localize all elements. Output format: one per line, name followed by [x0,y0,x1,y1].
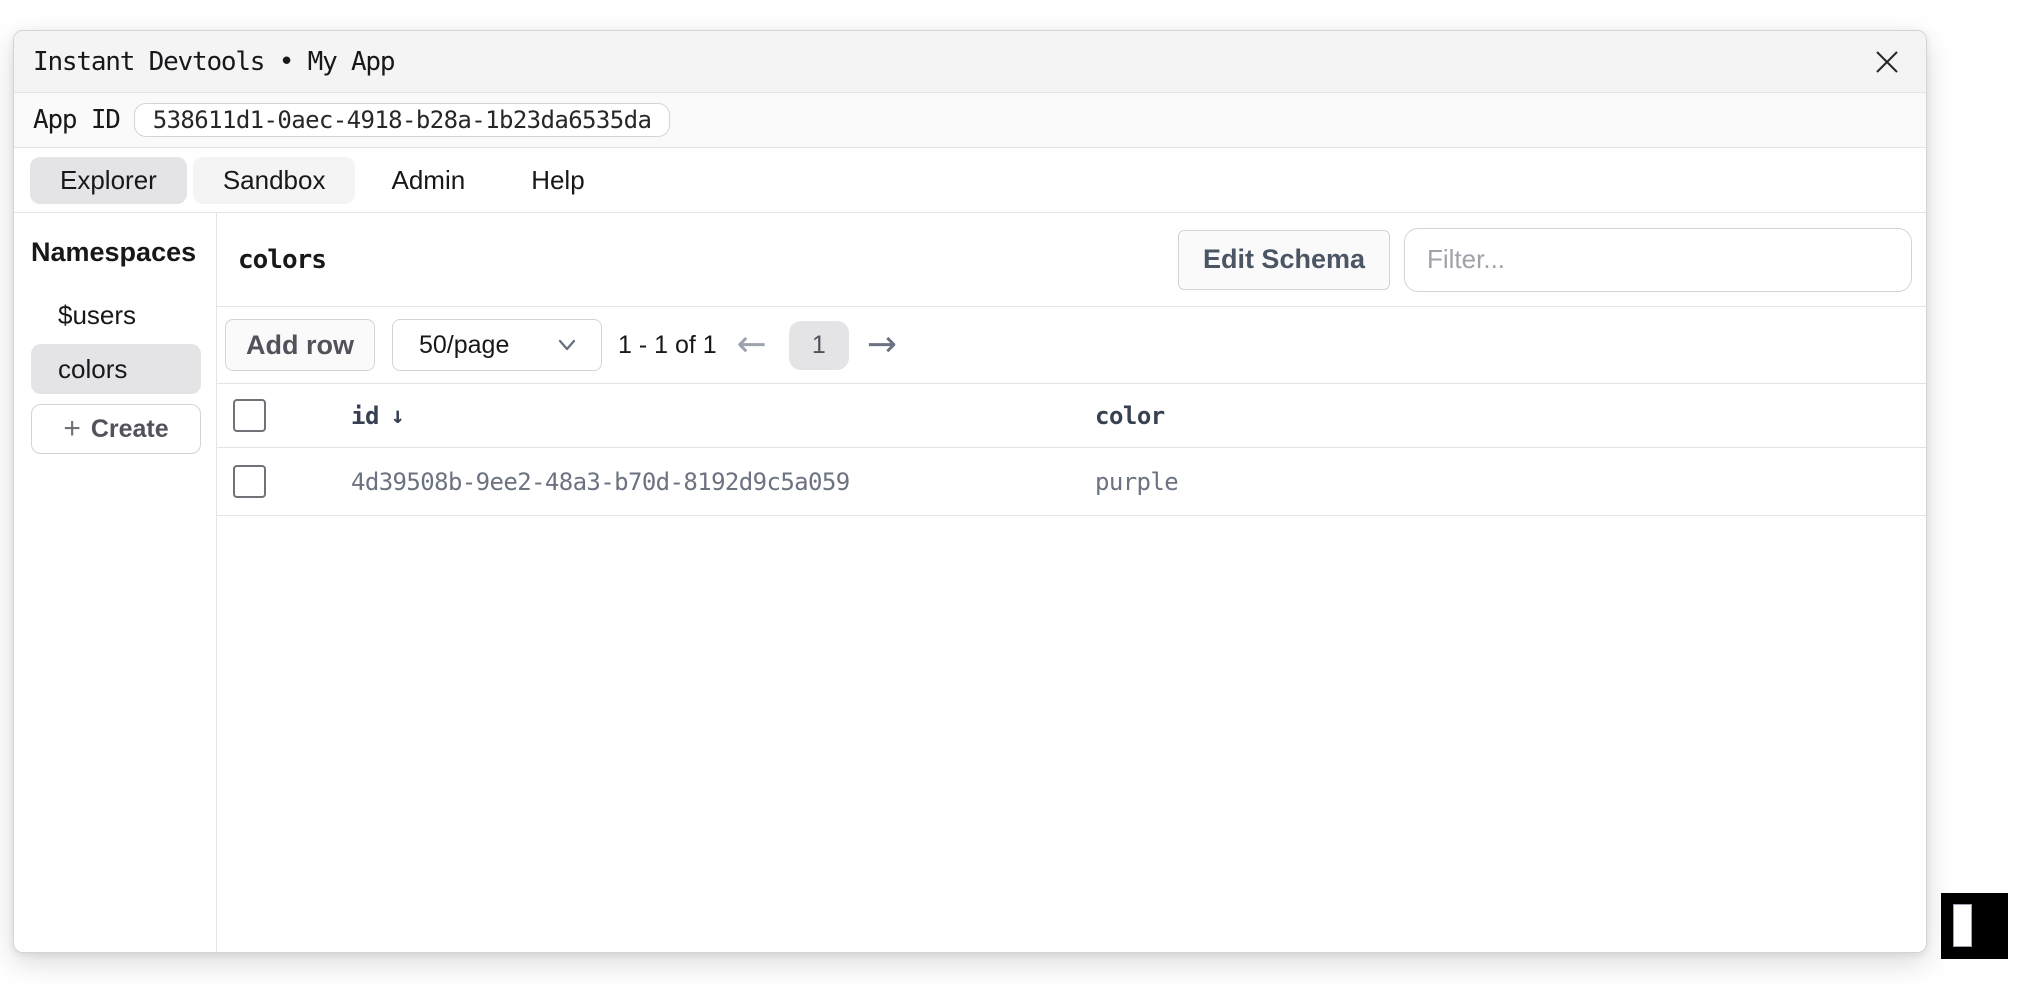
column-header-color[interactable]: color [1095,402,1926,430]
close-button[interactable] [1870,45,1904,79]
next-page-arrow-icon[interactable]: → [867,327,897,363]
explorer-main: colors Edit Schema Add row 50/page [217,213,1926,952]
namespace-header-row: colors Edit Schema [217,213,1926,307]
page: Instant Devtools • My App App ID 538611d… [0,0,2030,984]
chevron-down-icon [555,337,579,353]
tab-admin[interactable]: Admin [361,157,495,204]
tab-bar: Explorer Sandbox Admin Help [14,148,1926,213]
previous-page-arrow-icon[interactable]: ← [737,327,767,363]
header-actions: Edit Schema [1178,228,1912,292]
tab-help[interactable]: Help [501,157,614,204]
close-icon [1873,48,1901,76]
plus-icon: + [63,414,81,444]
namespaces-sidebar: Namespaces $users colors + Create [14,213,217,952]
page-number-button[interactable]: 1 [789,321,849,370]
app-id-value[interactable]: 538611d1-0aec-4918-b28a-1b23da6535da [134,103,671,137]
app-id-label: App ID [33,105,120,135]
page-size-select[interactable]: 50/page [392,319,602,371]
cell-id[interactable]: 4d39508b-9ee2-48a3-b70d-8192d9c5a059 [351,468,1095,496]
select-all-checkbox[interactable] [233,399,266,432]
table-empty-area [217,516,1926,952]
sidebar-item-colors[interactable]: colors [31,344,201,394]
create-label: Create [91,415,169,444]
add-row-button[interactable]: Add row [225,319,375,371]
page-size-value: 50/page [419,331,509,360]
instant-devtools-toggle-button[interactable] [1941,893,2008,959]
sidebar-item-users[interactable]: $users [31,290,201,340]
row-checkbox[interactable] [233,465,266,498]
table-toolbar: Add row 50/page 1 - 1 of 1 ← 1 → [217,307,1926,384]
namespace-title: colors [238,245,326,275]
tab-sandbox[interactable]: Sandbox [193,157,356,204]
row-range-text: 1 - 1 of 1 [618,331,717,360]
namespaces-heading: Namespaces [31,237,201,268]
content: Namespaces $users colors + Create colors… [14,213,1926,952]
filter-input[interactable] [1404,228,1912,292]
column-header-id[interactable]: id ↓ [351,402,1095,430]
cell-color[interactable]: purple [1095,468,1926,496]
tab-explorer[interactable]: Explorer [30,157,187,204]
app-id-bar: App ID 538611d1-0aec-4918-b28a-1b23da653… [14,93,1926,148]
window-title: Instant Devtools • My App [33,47,394,77]
sort-descending-icon: ↓ [391,403,404,429]
table-header-row: id ↓ color [217,384,1926,448]
table-row[interactable]: 4d39508b-9ee2-48a3-b70d-8192d9c5a059 pur… [217,448,1926,516]
edit-schema-button[interactable]: Edit Schema [1178,230,1390,290]
create-namespace-button[interactable]: + Create [31,404,201,454]
titlebar: Instant Devtools • My App [14,31,1926,93]
instant-logo-icon [1953,904,1972,947]
devtools-panel: Instant Devtools • My App App ID 538611d… [13,30,1927,953]
